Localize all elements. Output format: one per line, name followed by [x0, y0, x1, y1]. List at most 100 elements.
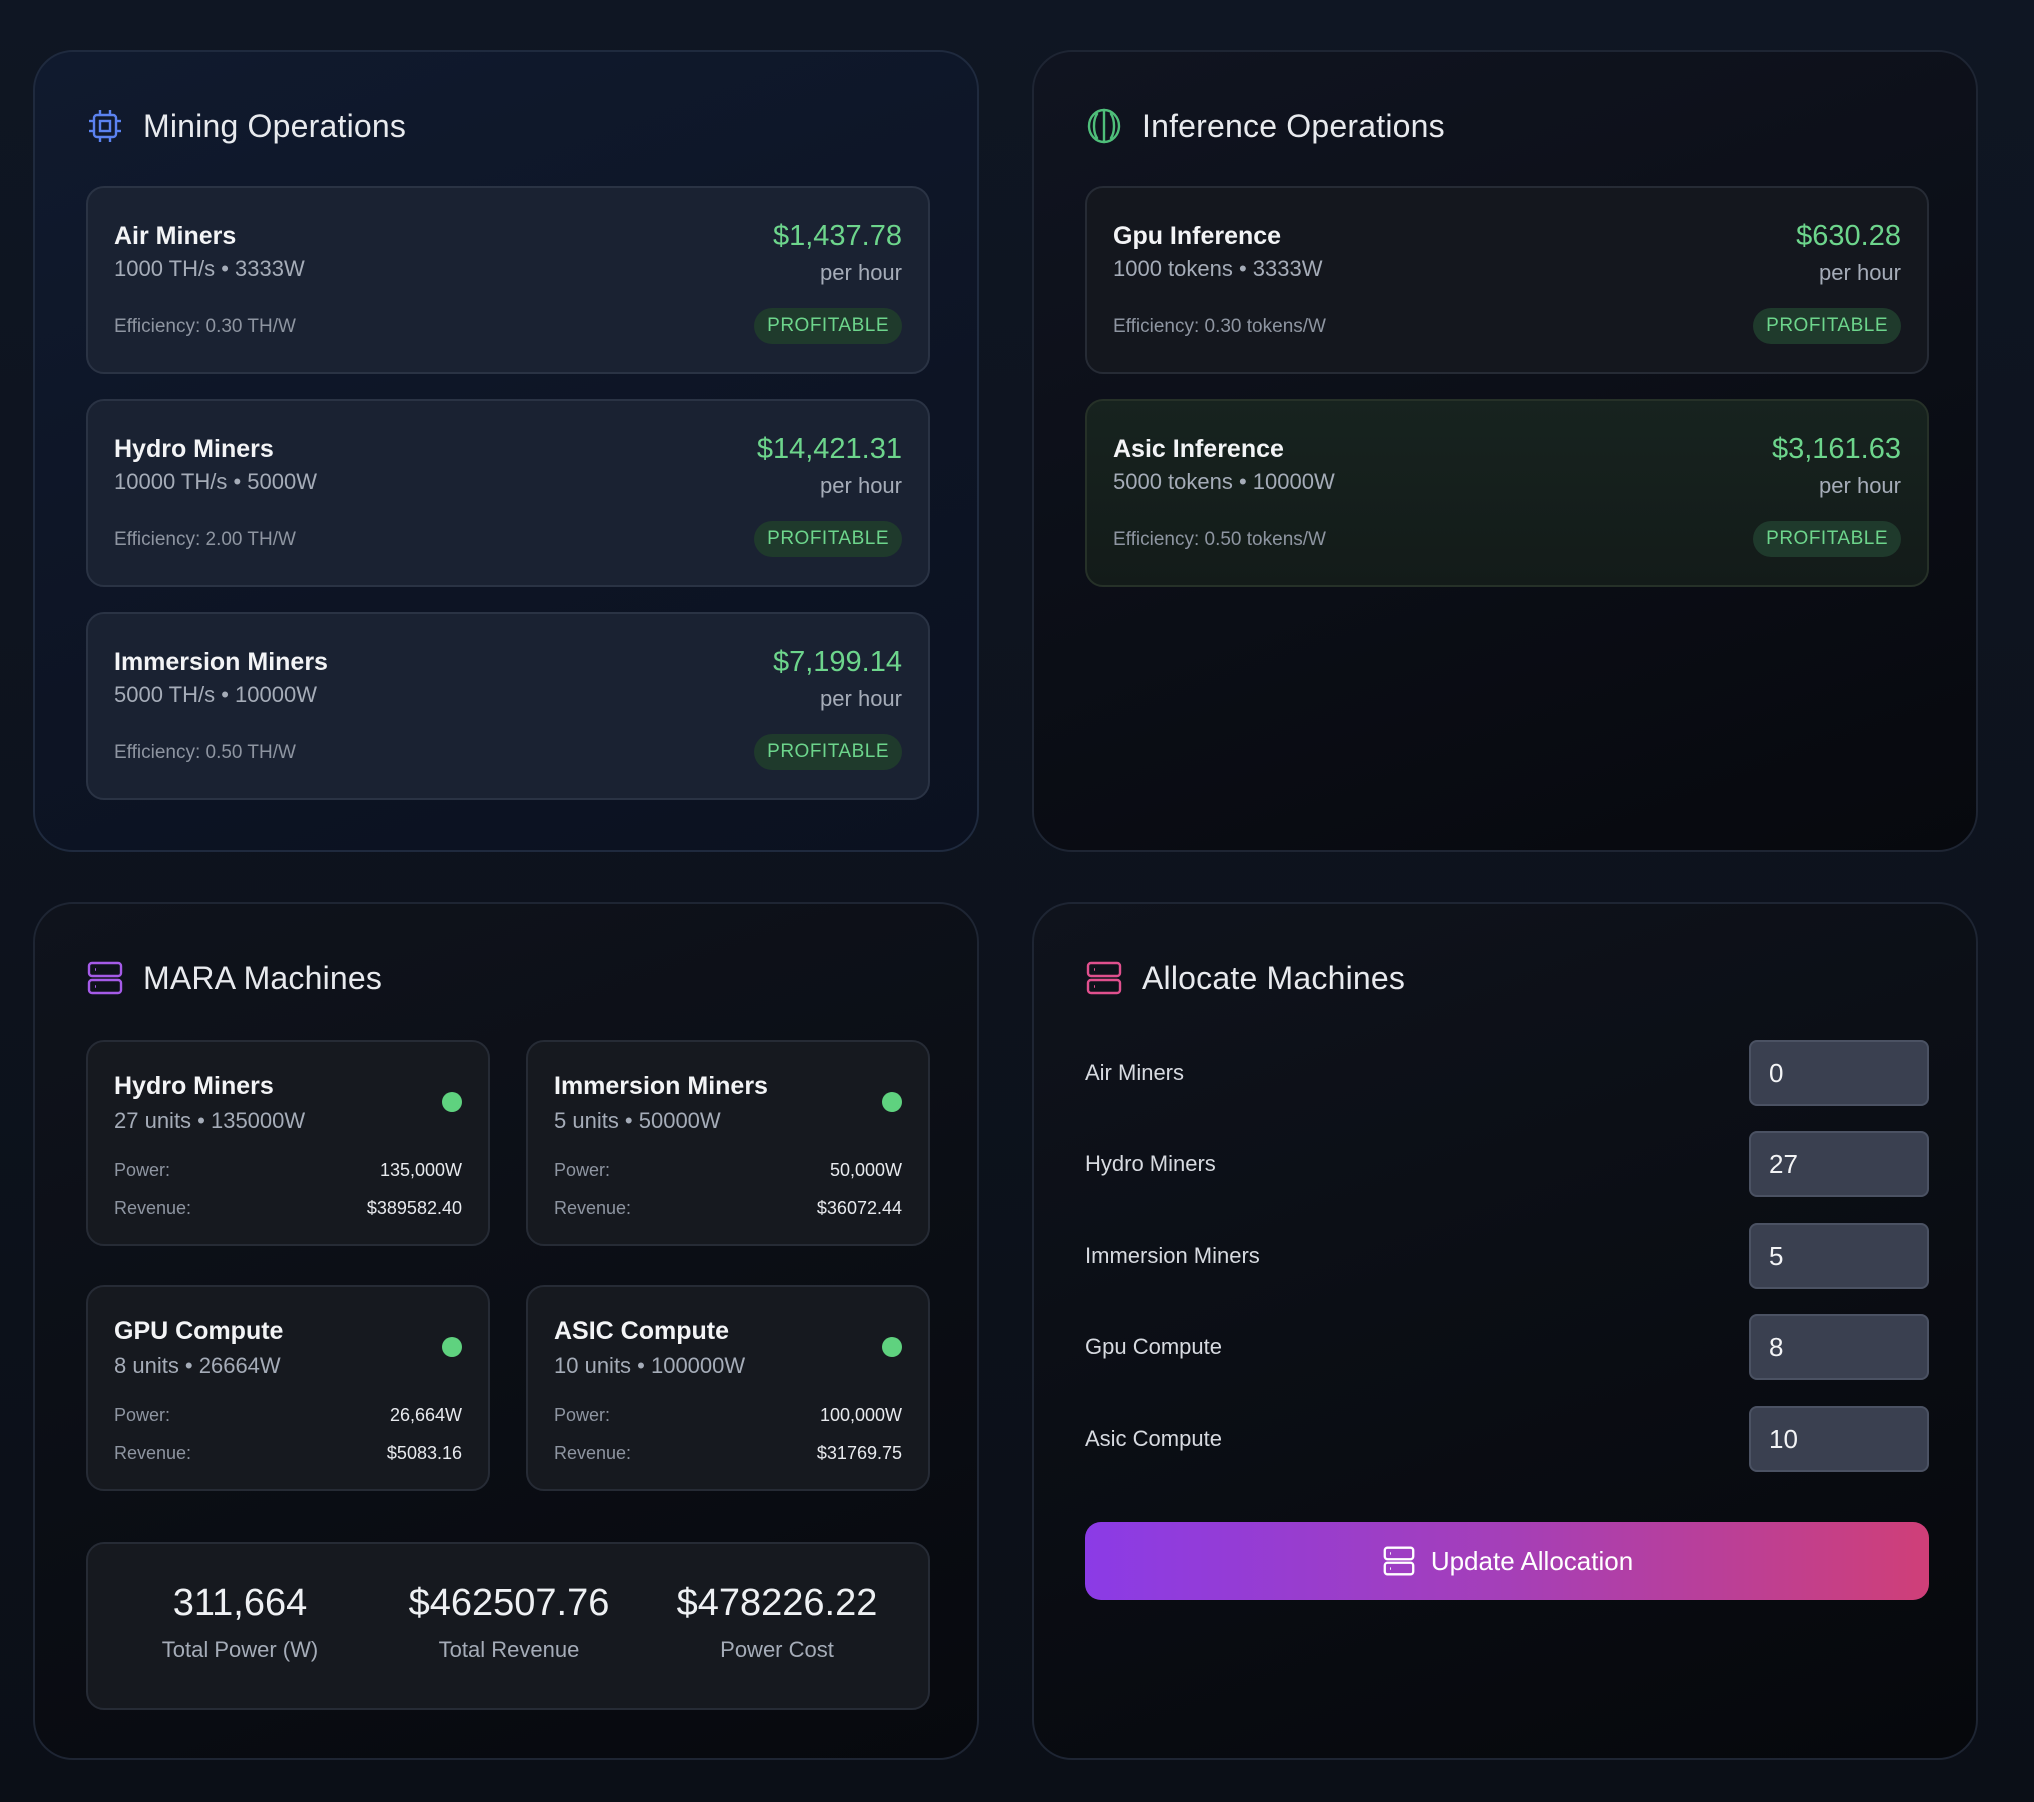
op-card-asic-inference[interactable]: Asic Inference 5000 tokens • 10000W Effi…	[1085, 399, 1929, 587]
inference-operations-panel: Inference Operations Gpu Inference 1000 …	[1032, 50, 1978, 852]
machine-spec: 8 units • 26664W	[114, 1353, 281, 1378]
machine-card-hydro-miners[interactable]: Hydro Miners 27 units • 135000W Power: 1…	[86, 1040, 490, 1246]
op-spec: 5000 TH/s • 10000W	[114, 682, 317, 707]
cpu-chip-icon	[87, 108, 123, 144]
power-value: 50,000W	[829, 1160, 902, 1180]
op-price-unit: per hour	[1819, 260, 1901, 285]
op-name: Hydro Miners	[114, 435, 274, 463]
revenue-label: Revenue:	[114, 1198, 192, 1218]
op-price-unit: per hour	[820, 473, 902, 498]
op-efficiency: Efficiency: 0.50 tokens/W	[1113, 529, 1326, 550]
op-price-unit: per hour	[1819, 473, 1901, 498]
machine-card-asic-compute[interactable]: ASIC Compute 10 units • 100000W Power: 1…	[526, 1285, 930, 1491]
allocate-row-gpu-compute: Gpu Compute	[1085, 1314, 1929, 1380]
op-card-air-miners[interactable]: Air Miners 1000 TH/s • 3333W Efficiency:…	[86, 186, 930, 374]
op-card-gpu-inference[interactable]: Gpu Inference 1000 tokens • 3333W Effici…	[1085, 186, 1929, 374]
op-efficiency: Efficiency: 0.30 TH/W	[114, 316, 296, 337]
brain-icon	[1086, 108, 1122, 144]
status-badge: PROFITABLE	[754, 521, 902, 557]
total-power-label: Total Power (W)	[161, 1637, 319, 1662]
mining-header: Mining Operations	[87, 102, 406, 150]
op-efficiency: Efficiency: 0.30 tokens/W	[1113, 316, 1326, 337]
panel-title: Allocate Machines	[1142, 959, 1406, 996]
machine-card-gpu-compute[interactable]: GPU Compute 8 units • 26664W Power: 26,6…	[86, 1285, 490, 1491]
op-card-hydro-miners[interactable]: Hydro Miners 10000 TH/s • 5000W Efficien…	[86, 399, 930, 587]
total-power-value: 311,664	[172, 1582, 308, 1624]
mara-header: MARA Machines	[87, 954, 382, 1002]
panel-title: MARA Machines	[143, 959, 383, 996]
allocate-label: Gpu Compute	[1085, 1334, 1222, 1359]
gpu-compute-input[interactable]	[1749, 1314, 1929, 1380]
machine-card-immersion-miners[interactable]: Immersion Miners 5 units • 50000W Power:…	[526, 1040, 930, 1246]
machine-spec: 10 units • 100000W	[554, 1353, 746, 1378]
allocate-label: Immersion Miners	[1085, 1243, 1260, 1268]
revenue-value: $31769.75	[816, 1443, 902, 1463]
status-dot	[882, 1337, 902, 1357]
machine-name: Immersion Miners	[554, 1072, 768, 1100]
status-badge: PROFITABLE	[754, 308, 902, 344]
op-card-immersion-miners[interactable]: Immersion Miners 5000 TH/s • 10000W Effi…	[86, 612, 930, 800]
revenue-row: Revenue: $5083.16	[114, 1443, 462, 1464]
revenue-label: Revenue:	[554, 1198, 632, 1218]
total-revenue-value: $462507.76	[408, 1582, 610, 1624]
status-dot	[442, 1337, 462, 1357]
power-label: Power:	[554, 1405, 611, 1425]
op-price: $630.28	[1796, 220, 1901, 252]
power-row: Power: 100,000W	[554, 1405, 902, 1426]
allocate-machines-panel: Allocate Machines Air Miners Hydro Miner…	[1032, 902, 1978, 1760]
server-icon	[1086, 960, 1122, 996]
total-revenue: $462507.76 Total Revenue	[379, 1582, 639, 1663]
allocate-row-asic-compute: Asic Compute	[1085, 1406, 1929, 1472]
dashboard: Mining Operations Air Miners 1000 TH/s •…	[0, 0, 2034, 1802]
op-spec: 1000 TH/s • 3333W	[114, 256, 305, 281]
hydro-miners-input[interactable]	[1749, 1131, 1929, 1197]
revenue-value: $36072.44	[816, 1198, 902, 1218]
revenue-value: $389582.40	[366, 1198, 462, 1218]
op-price: $3,161.63	[1771, 433, 1901, 465]
allocate-row-immersion-miners: Immersion Miners	[1085, 1223, 1929, 1289]
update-allocation-button[interactable]: Update Allocation	[1085, 1522, 1929, 1600]
immersion-miners-input[interactable]	[1749, 1223, 1929, 1289]
asic-compute-input[interactable]	[1749, 1406, 1929, 1472]
revenue-value: $5083.16	[386, 1443, 462, 1463]
machine-name: GPU Compute	[114, 1317, 284, 1345]
totals-summary: 311,664 Total Power (W) $462507.76 Total…	[86, 1542, 930, 1710]
allocate-label: Asic Compute	[1085, 1426, 1222, 1451]
power-label: Power:	[114, 1160, 171, 1180]
op-price: $7,199.14	[772, 646, 902, 678]
power-row: Power: 135,000W	[114, 1160, 462, 1181]
allocate-label: Hydro Miners	[1085, 1151, 1216, 1176]
status-badge: PROFITABLE	[1753, 521, 1901, 557]
total-revenue-label: Total Revenue	[438, 1637, 580, 1662]
op-price-unit: per hour	[820, 260, 902, 285]
status-dot	[882, 1092, 902, 1112]
op-name: Gpu Inference	[1113, 222, 1282, 250]
revenue-row: Revenue: $31769.75	[554, 1443, 902, 1464]
power-label: Power:	[554, 1160, 611, 1180]
air-miners-input[interactable]	[1749, 1040, 1929, 1106]
allocate-label: Air Miners	[1085, 1060, 1185, 1085]
op-price: $14,421.31	[756, 433, 902, 465]
revenue-row: Revenue: $389582.40	[114, 1198, 462, 1219]
power-label: Power:	[114, 1405, 171, 1425]
power-value: 26,664W	[389, 1405, 462, 1425]
allocate-row-hydro-miners: Hydro Miners	[1085, 1131, 1929, 1197]
revenue-label: Revenue:	[554, 1443, 632, 1463]
op-name: Asic Inference	[1113, 435, 1284, 463]
mining-operations-panel: Mining Operations Air Miners 1000 TH/s •…	[33, 50, 979, 852]
power-cost-label: Power Cost	[720, 1637, 834, 1662]
server-icon	[87, 960, 123, 996]
op-spec: 5000 tokens • 10000W	[1113, 469, 1335, 494]
power-value: 100,000W	[819, 1405, 902, 1425]
power-row: Power: 26,664W	[114, 1405, 462, 1426]
revenue-label: Revenue:	[114, 1443, 192, 1463]
power-value: 135,000W	[379, 1160, 462, 1180]
power-cost: $478226.22 Power Cost	[647, 1582, 907, 1663]
panel-title: Inference Operations	[1142, 107, 1445, 144]
mara-machines-panel: MARA Machines Hydro Miners 27 units • 13…	[33, 902, 979, 1760]
panel-title: Mining Operations	[143, 107, 407, 144]
machine-name: Hydro Miners	[114, 1072, 274, 1100]
op-name: Air Miners	[114, 222, 237, 250]
op-efficiency: Efficiency: 0.50 TH/W	[114, 742, 296, 763]
op-name: Immersion Miners	[114, 648, 328, 676]
